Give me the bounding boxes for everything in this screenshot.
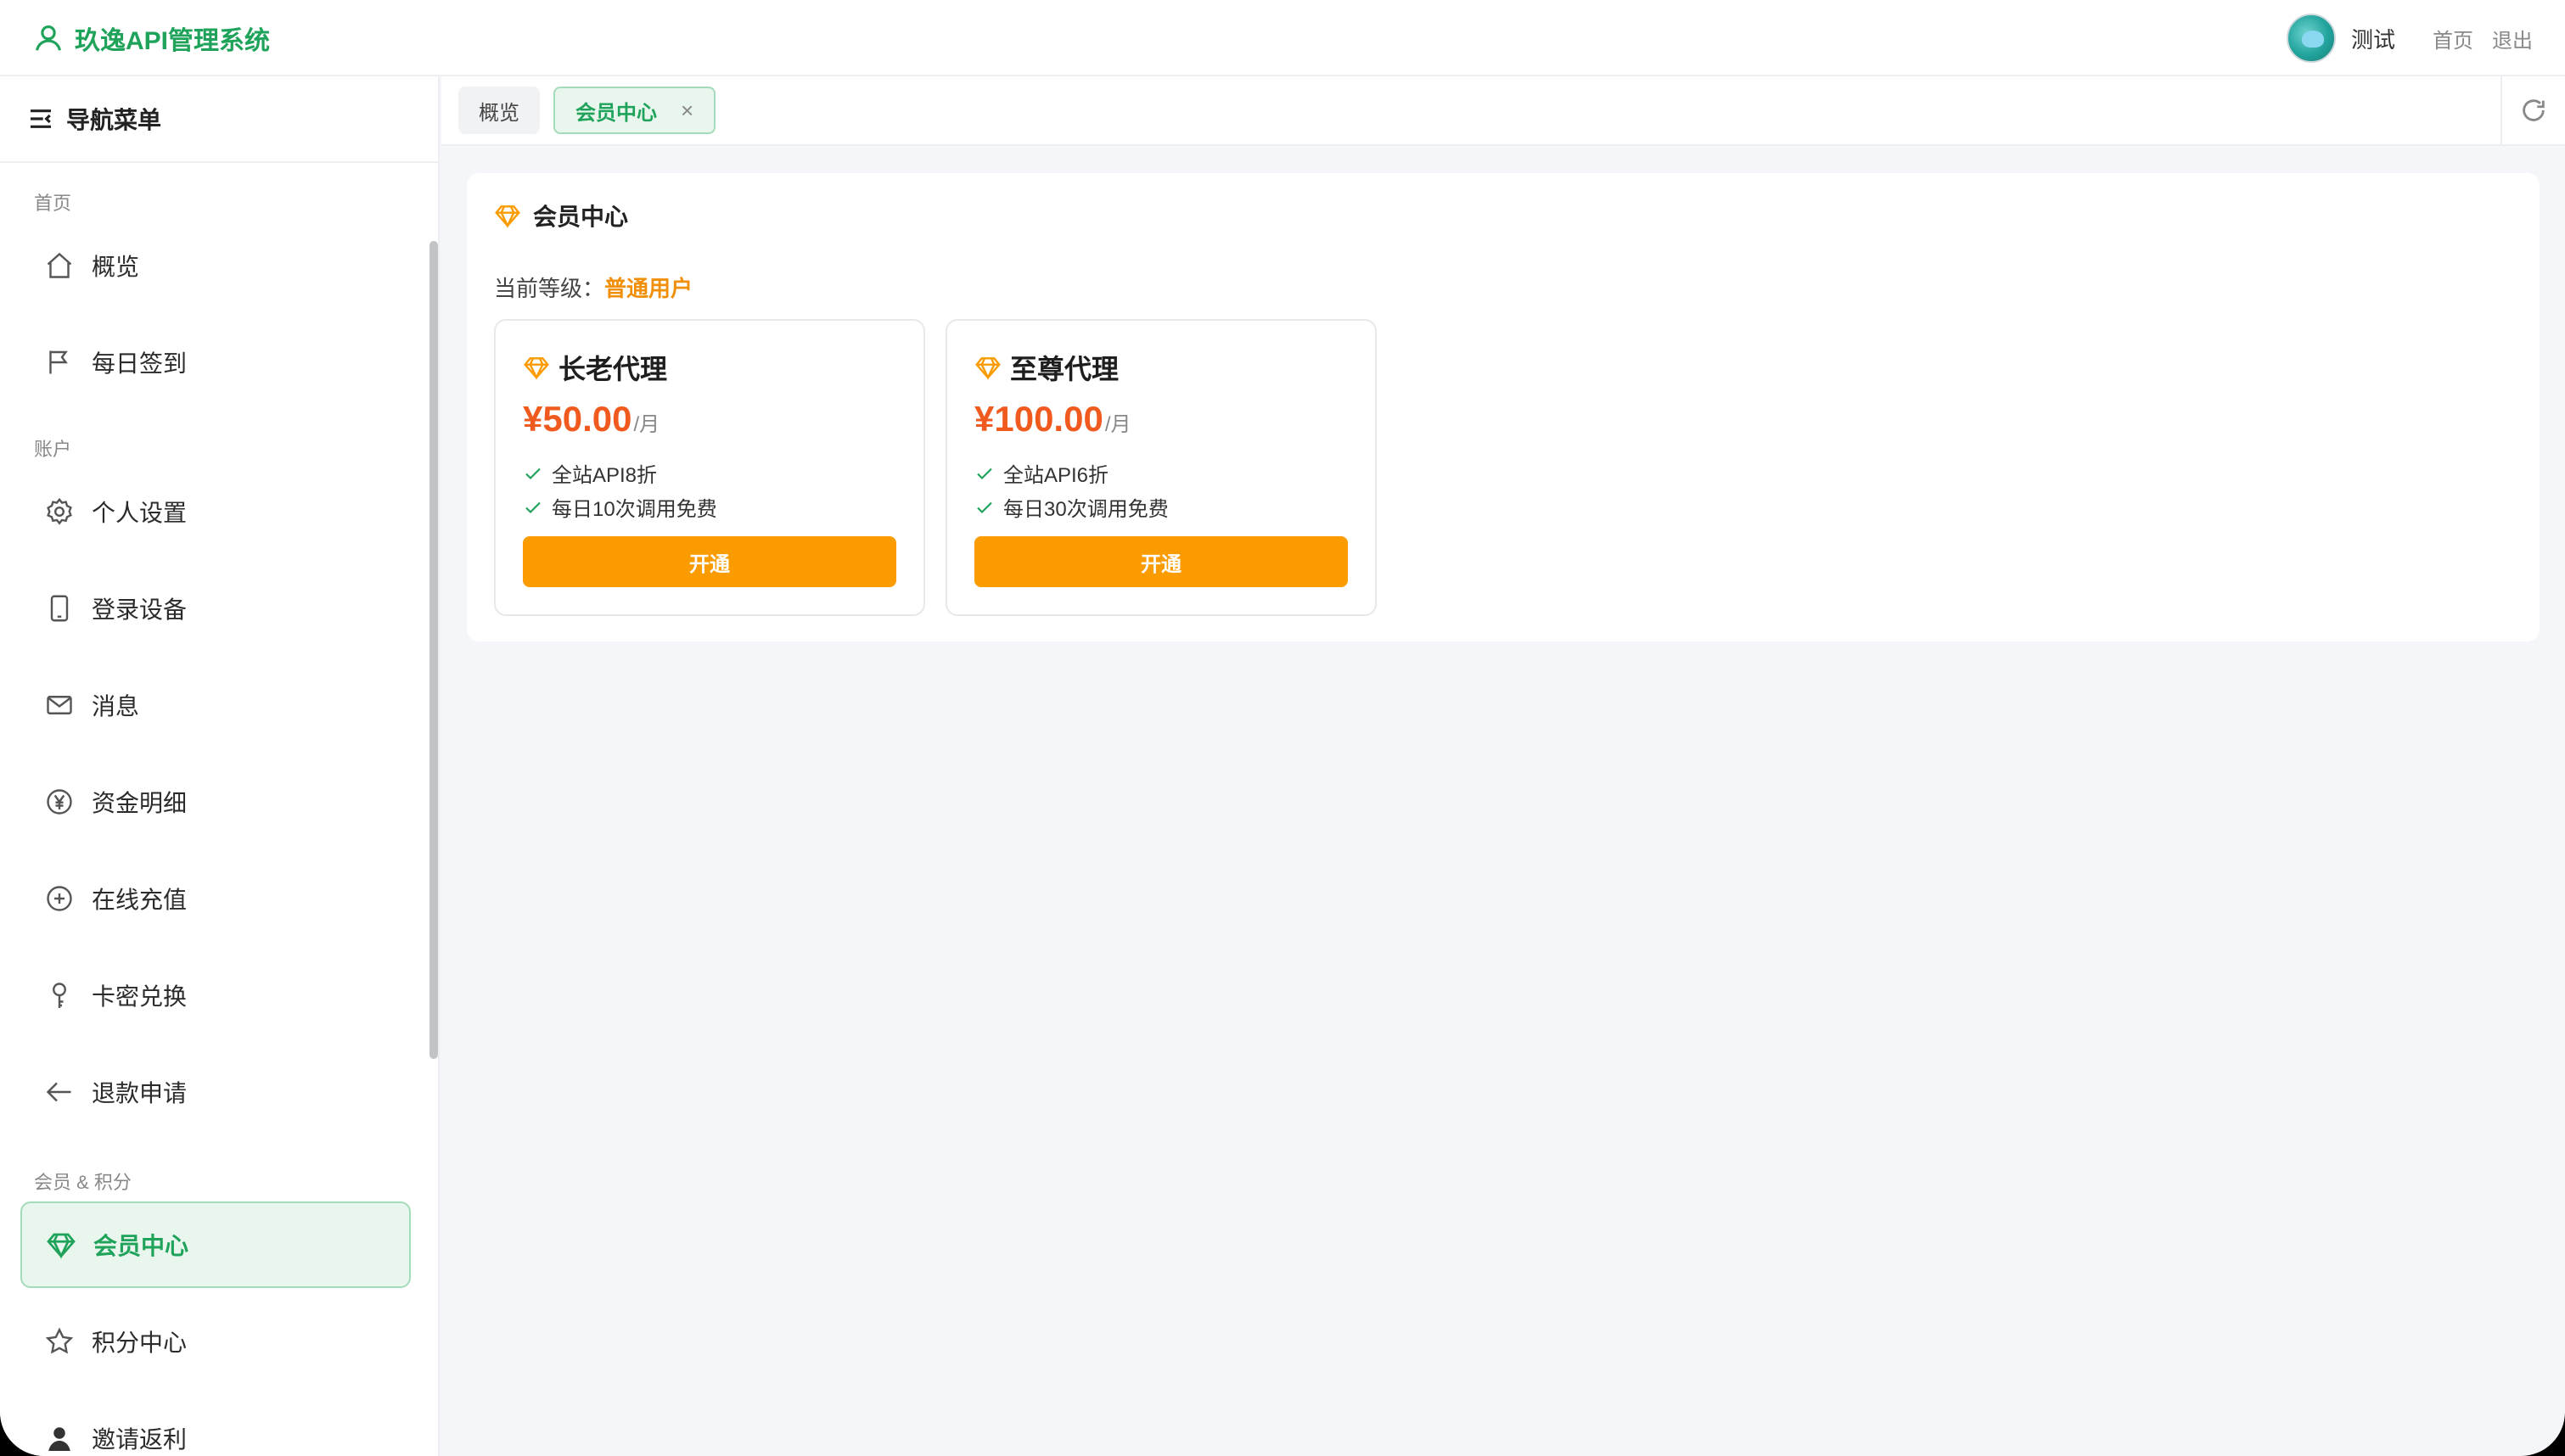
- phone-icon: [50, 595, 69, 622]
- check-icon: [977, 501, 992, 513]
- app-logo[interactable]: 玖逸API管理系统: [32, 19, 270, 58]
- check-icon: [977, 468, 992, 479]
- membership-panel: 会员中心 当前等级：普通用户 长老代理 ¥50.00/月 全站API8折 每日1…: [467, 173, 2540, 641]
- menu-fold-icon: [31, 109, 51, 128]
- activate-button[interactable]: 开通: [974, 536, 1348, 587]
- sidebar-item-checkin[interactable]: 每日签到: [20, 319, 411, 406]
- sidebar-item-settings[interactable]: 个人设置: [20, 468, 411, 555]
- sidebar-item-invite[interactable]: 邀请返利: [20, 1395, 411, 1456]
- plan-header: 至尊代理: [974, 348, 1119, 387]
- plan-feature: 全站API8折: [523, 458, 657, 488]
- app-title: 玖逸API管理系统: [75, 27, 271, 55]
- user-outline-icon: [35, 25, 62, 51]
- panel-header: 会员中心: [494, 199, 628, 232]
- logout-link[interactable]: 退出: [2492, 24, 2533, 53]
- avatar[interactable]: [2286, 14, 2336, 63]
- sidebar-item-refund[interactable]: 退款申请: [20, 1049, 411, 1135]
- tab-label: 会员中心: [575, 101, 657, 125]
- plan-card-elder: 长老代理 ¥50.00/月 全站API8折 每日10次调用免费 开通: [494, 319, 925, 616]
- sidebar: 导航菜单 首页 概览 每日签到 账户 个人设置 登录设备 消息 资金明细 在线充…: [0, 76, 440, 1456]
- sidebar-item-label: 会员中心: [93, 1233, 189, 1259]
- sidebar-item-label: 每日签到: [92, 350, 188, 377]
- sidebar-item-label: 积分中心: [92, 1330, 188, 1356]
- tab-bar: 概览 会员中心 ×: [441, 76, 2565, 146]
- plan-header: 长老代理: [523, 348, 667, 387]
- star-icon: [45, 1327, 74, 1354]
- tab-label: 概览: [479, 101, 519, 125]
- plus-circle-icon: [47, 886, 72, 911]
- diamond-icon: [975, 357, 1001, 380]
- sidebar-item-label: 退款申请: [92, 1080, 188, 1106]
- user-icon: [48, 1427, 70, 1451]
- tab-membership[interactable]: 会员中心 ×: [553, 87, 716, 134]
- sidebar-menu: 首页 概览 每日签到 账户 个人设置 登录设备 消息 资金明细 在线充值 卡密兑…: [0, 165, 440, 1456]
- check-icon: [525, 468, 541, 479]
- sidebar-item-label: 资金明细: [92, 790, 188, 816]
- app-window: 玖逸API管理系统 测试 首页 退出 导航菜单 首页 概览 每日签到 账户 个人…: [0, 0, 2565, 1456]
- diamond-icon: [47, 1233, 76, 1259]
- sidebar-item-redeem[interactable]: 卡密兑换: [20, 952, 411, 1039]
- arrow-left-icon: [46, 1082, 71, 1102]
- refresh-icon: [2523, 99, 2545, 121]
- feature-text: 每日30次调用免费: [1003, 498, 1169, 521]
- user-name[interactable]: 测试: [2351, 23, 2395, 54]
- sidebar-item-label: 卡密兑换: [92, 983, 188, 1010]
- close-icon[interactable]: ×: [681, 98, 693, 124]
- sidebar-item-label: 邀请返利: [92, 1426, 188, 1453]
- sidebar-item-recharge[interactable]: 在线充值: [20, 855, 411, 942]
- sidebar-item-label: 消息: [92, 693, 140, 720]
- price-unit: /月: [1104, 413, 1131, 436]
- section-home: 首页: [34, 193, 72, 214]
- header-user-area: 测试 首页 退出: [2286, 10, 2533, 66]
- diamond-icon: [495, 205, 520, 228]
- sidebar-title: 导航菜单: [66, 107, 162, 133]
- refresh-button[interactable]: [2500, 76, 2565, 144]
- yen-icon: [47, 789, 72, 815]
- home-icon: [47, 252, 72, 278]
- sidebar-item-messages[interactable]: 消息: [20, 662, 411, 748]
- gear-icon: [47, 497, 72, 525]
- sidebar-item-membership[interactable]: 会员中心: [20, 1201, 411, 1288]
- price-amount: ¥100.00: [974, 399, 1103, 439]
- plan-card-supreme: 至尊代理 ¥100.00/月 全站API6折 每日30次调用免费 开通: [946, 319, 1377, 616]
- sidebar-item-label: 登录设备: [92, 596, 188, 623]
- sidebar-scrollbar[interactable]: [429, 241, 438, 1059]
- diamond-icon: [524, 357, 549, 380]
- sidebar-item-points[interactable]: 积分中心: [20, 1298, 411, 1385]
- mail-icon: [47, 696, 72, 714]
- sidebar-item-funds[interactable]: 资金明细: [20, 759, 411, 845]
- plan-feature: 全站API6折: [974, 458, 1109, 488]
- current-level: 当前等级：普通用户: [494, 272, 693, 303]
- sidebar-item-label: 概览: [92, 254, 140, 280]
- sidebar-item-devices[interactable]: 登录设备: [20, 565, 411, 652]
- price-amount: ¥50.00: [523, 399, 632, 439]
- key-icon: [53, 983, 66, 1008]
- level-value: 普通用户: [604, 276, 693, 301]
- section-account: 账户: [34, 439, 72, 460]
- plan-price: ¥100.00/月: [974, 399, 1131, 440]
- feature-text: 每日10次调用免费: [552, 498, 717, 521]
- check-icon: [525, 501, 541, 513]
- feature-text: 全站API8折: [552, 464, 658, 487]
- plan-price: ¥50.00/月: [523, 399, 659, 440]
- section-membership: 会员 & 积分: [34, 1172, 132, 1193]
- price-unit: /月: [633, 413, 660, 436]
- plan-feature: 每日10次调用免费: [523, 492, 717, 522]
- sidebar-item-label: 个人设置: [92, 500, 188, 526]
- plan-name: 长老代理: [558, 354, 668, 384]
- top-header: 玖逸API管理系统 测试 首页 退出: [0, 0, 2565, 76]
- flag-icon: [49, 350, 68, 374]
- sidebar-item-label: 在线充值: [92, 887, 188, 913]
- sidebar-header[interactable]: 导航菜单: [0, 76, 438, 163]
- plan-name: 至尊代理: [1010, 354, 1120, 384]
- level-label: 当前等级：: [494, 276, 605, 301]
- sidebar-item-overview[interactable]: 概览: [20, 222, 411, 309]
- page-title: 会员中心: [533, 204, 629, 230]
- feature-text: 全站API6折: [1003, 464, 1109, 487]
- home-link[interactable]: 首页: [2433, 24, 2473, 53]
- activate-button[interactable]: 开通: [523, 536, 896, 587]
- tab-overview[interactable]: 概览: [458, 87, 540, 134]
- plan-feature: 每日30次调用免费: [974, 492, 1169, 522]
